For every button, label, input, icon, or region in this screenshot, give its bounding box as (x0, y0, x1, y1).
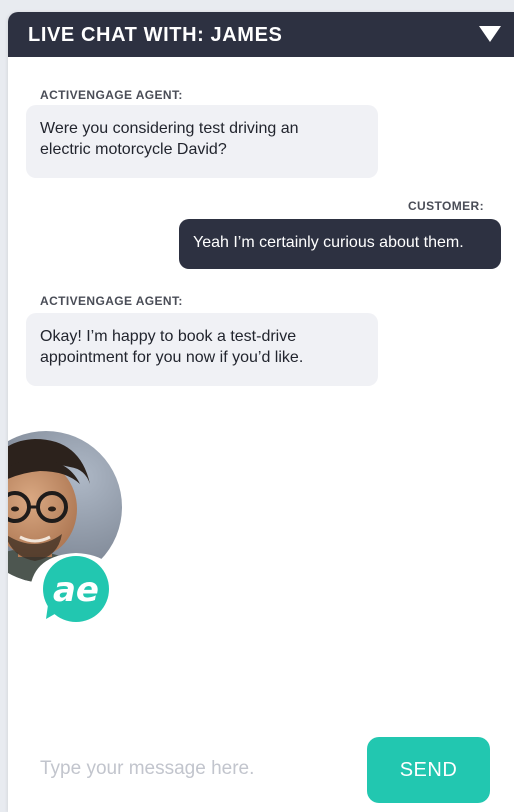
agent-message-bubble: Okay! I’m happy to book a test-drive app… (26, 313, 378, 386)
send-button[interactable]: SEND (367, 737, 490, 803)
chat-widget: LIVE CHAT WITH: JAMES ACTIVENGAGE AGENT:… (8, 12, 514, 812)
message-input[interactable] (38, 752, 342, 786)
message-line: Yeah I’m certainly curious about them. (193, 234, 464, 251)
agent-sender-label: ACTIVENGAGE AGENT: (40, 294, 183, 308)
message-line: Okay! I’m happy to book a test-drive (40, 328, 297, 345)
message-line: appointment for you now if you’d like. (40, 349, 304, 366)
message-line: Were you considering test driving an (40, 120, 299, 137)
customer-message-bubble: Yeah I’m certainly curious about them. (179, 219, 501, 269)
caret-down-icon[interactable] (478, 24, 502, 44)
message-line: electric motorcycle David? (40, 141, 227, 158)
agent-avatar: ae (8, 427, 126, 629)
agent-sender-label: ACTIVENGAGE AGENT: (40, 88, 183, 102)
activengage-logo-icon: ae (29, 553, 118, 625)
chat-title: LIVE CHAT WITH: JAMES (28, 24, 283, 46)
message-composer: SEND (8, 722, 514, 812)
badge-text: ae (53, 570, 99, 610)
customer-sender-label: CUSTOMER: (407, 199, 484, 213)
agent-message-bubble: Were you considering test driving an ele… (26, 105, 378, 178)
chat-header: LIVE CHAT WITH: JAMES (8, 12, 514, 57)
